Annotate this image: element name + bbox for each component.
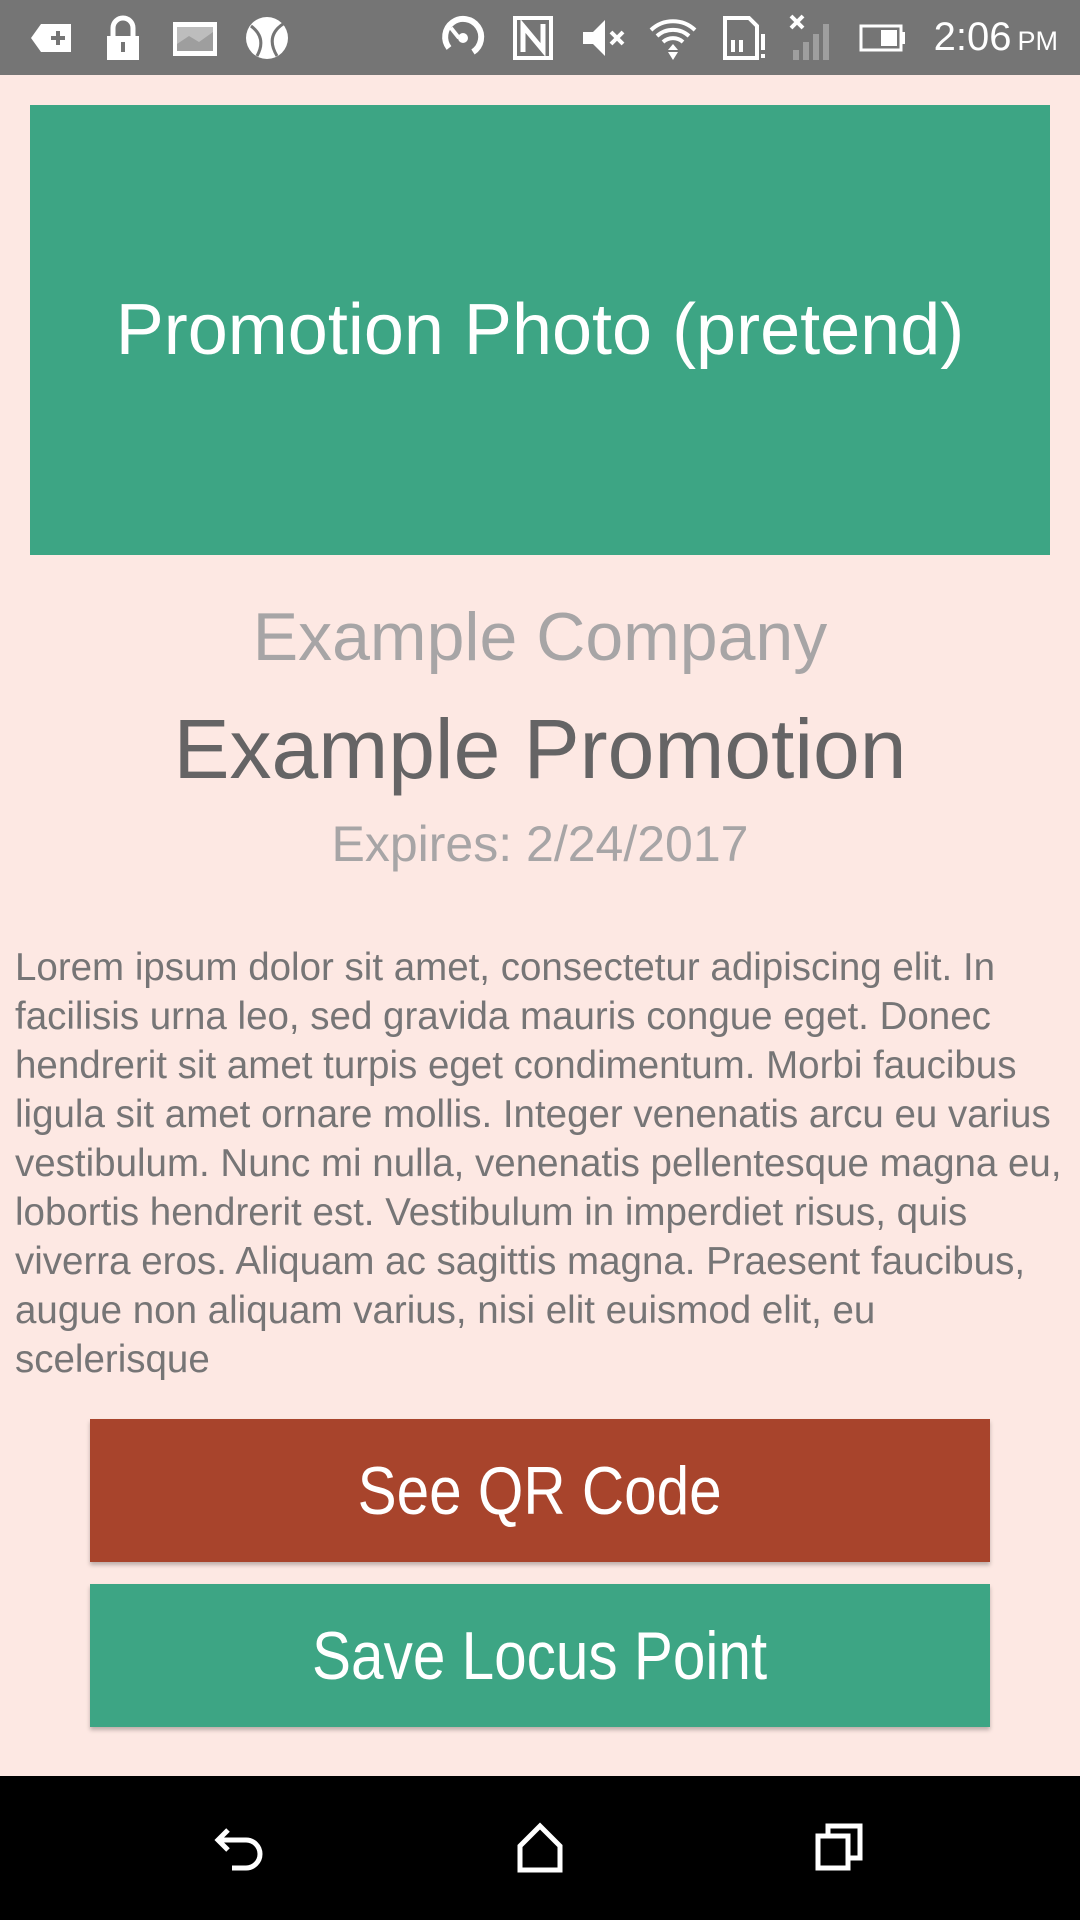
promotion-description: Lorem ipsum dolor sit amet, consectetur … [15, 946, 1062, 1381]
recents-icon [815, 1823, 863, 1871]
promotion-photo-label: Promotion Photo (pretend) [115, 290, 965, 370]
home-icon [517, 1822, 563, 1873]
add-notification-icon [26, 13, 76, 63]
save-locus-point-label: Save Locus Point [312, 1617, 768, 1694]
image-icon [170, 13, 220, 63]
sync-icon [438, 13, 488, 63]
status-bar-left [0, 13, 292, 63]
promotion-photo: Promotion Photo (pretend) [30, 105, 1050, 555]
expiration-date: Expires: 2/24/2017 [331, 816, 749, 872]
back-icon [214, 1828, 263, 1871]
save-locus-point-button[interactable]: Save Locus Point [90, 1584, 990, 1727]
company-name: Example Company [252, 599, 828, 675]
promotion-title: Example Promotion [173, 702, 907, 796]
status-bar: 2:06 PM [0, 0, 1080, 75]
wifi-icon [648, 13, 698, 63]
mute-icon [578, 13, 628, 63]
lock-icon [98, 13, 148, 63]
ball-icon [242, 13, 292, 63]
back-button[interactable] [140, 1776, 340, 1920]
nfc-icon [508, 13, 558, 63]
home-button[interactable] [440, 1776, 640, 1920]
status-bar-right: 2:06 PM [438, 0, 1058, 75]
navigation-bar [0, 1776, 1080, 1920]
see-qr-code-button[interactable]: See QR Code [90, 1419, 990, 1562]
no-signal-icon [788, 13, 838, 63]
sd-alert-icon [718, 13, 768, 63]
clock-ampm: PM [1017, 26, 1059, 56]
battery-icon [858, 13, 908, 63]
recents-button[interactable] [740, 1776, 940, 1920]
see-qr-code-label: See QR Code [357, 1452, 723, 1529]
clock-time: 2:06 [933, 15, 1012, 59]
status-clock: 2:06 PM [934, 15, 1058, 60]
